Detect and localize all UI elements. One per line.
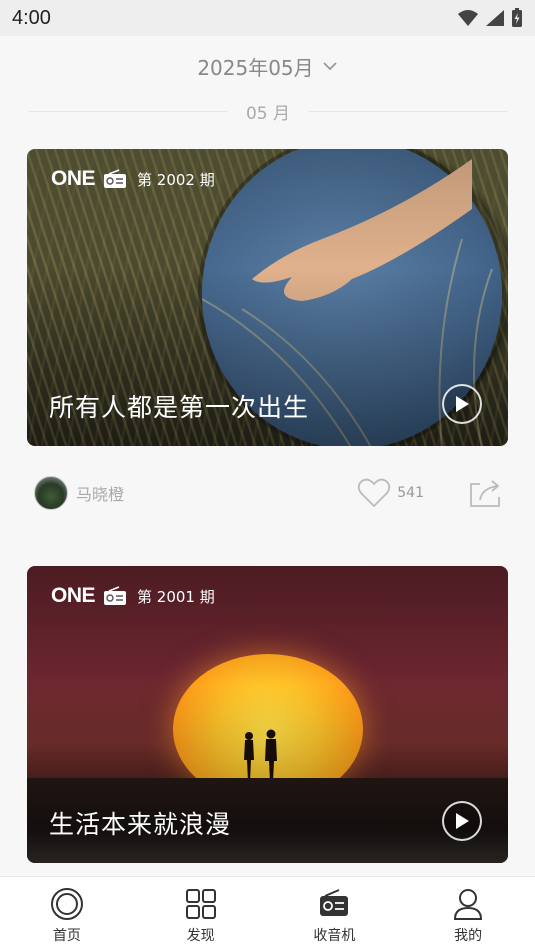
card-logo: ONE 第 2001 期 [51,584,215,608]
divider-line [308,110,509,112]
share-button[interactable] [468,478,502,508]
nav-item-profile[interactable]: 我的 [423,887,513,945]
month-picker[interactable]: 2025年05月 [0,50,535,82]
nav-item-radio[interactable]: 收音机 [289,887,379,945]
grid-icon [185,889,216,919]
play-button[interactable] [442,801,482,841]
home-circle-icon [50,888,83,920]
signal-icon [486,10,504,26]
card-title: 所有人都是第一次出生 [49,393,310,422]
one-logo: ONE [51,167,96,190]
person-icon [454,889,483,920]
nav-label: 我的 [454,928,483,944]
play-icon [456,813,469,829]
nav-label: 收音机 [313,928,356,944]
status-time: 4:00 [12,6,51,29]
wifi-icon [458,10,478,26]
like-button[interactable]: 541 [357,478,424,508]
share-icon [470,480,500,507]
one-logo: ONE [51,584,96,607]
card-meta-row: 马晓橙 541 [34,474,504,512]
card-title: 生活本来就浪漫 [49,810,232,839]
avatar[interactable] [34,476,68,510]
heart-icon [358,478,391,508]
author-name[interactable]: 马晓橙 [76,481,124,505]
month-divider-label: 05 月 [245,103,291,124]
issue-number: 第 2001 期 [137,587,215,606]
month-divider: 05 月 [28,96,509,126]
bottom-nav: 首页 发现 收音机 我的 [0,876,535,951]
card-logo: ONE 第 2002 期 [51,167,215,191]
nav-item-discover[interactable]: 发现 [156,887,246,945]
radio-card[interactable]: ONE 第 2002 期 所有人都是第一次出生 [27,149,508,446]
play-button[interactable] [442,384,482,424]
nav-item-home[interactable]: 首页 [22,887,112,945]
month-picker-label: 2025年05月 [197,55,314,80]
like-count: 541 [397,485,424,501]
radio-logo-icon [104,586,127,605]
status-bar: 4:00 [0,0,535,36]
radio-logo-icon [104,169,127,188]
status-icons [457,8,523,28]
chevron-down-icon [323,62,337,71]
play-icon [456,396,469,412]
nav-label: 首页 [52,928,81,944]
nav-label: 发现 [186,928,215,944]
radio-icon [320,889,349,916]
divider-line [28,110,228,112]
battery-icon [512,8,522,27]
radio-card[interactable]: ONE 第 2001 期 生活本来就浪漫 [27,566,508,863]
issue-number: 第 2002 期 [137,170,215,189]
